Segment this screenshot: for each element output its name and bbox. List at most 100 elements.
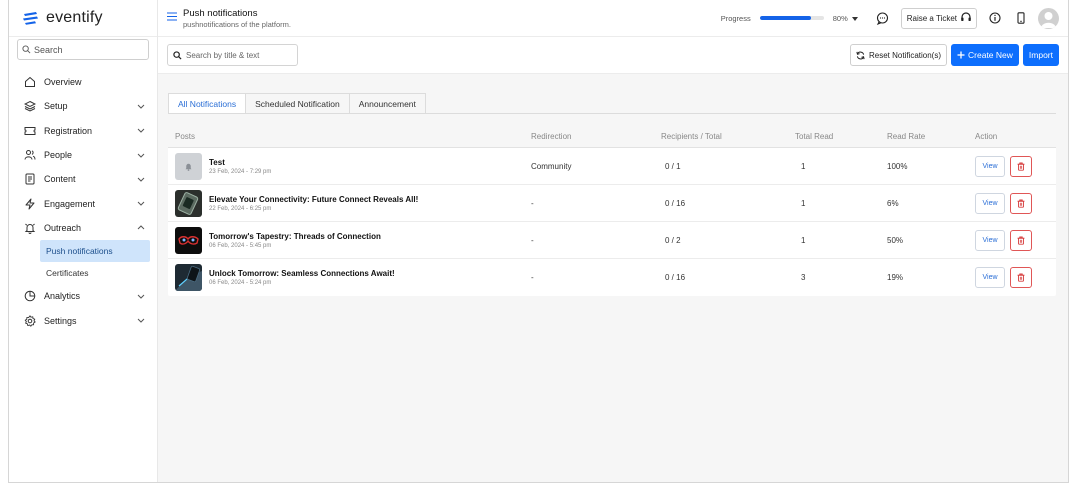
- lightning-icon: [23, 197, 37, 211]
- column-header-posts: Posts: [175, 131, 196, 141]
- post-cell: Elevate Your Connectivity: Future Connec…: [168, 189, 528, 217]
- trash-icon: [1017, 162, 1025, 171]
- read-rate-cell: 19%: [887, 273, 904, 282]
- sidebar-item-label: Settings: [44, 315, 77, 326]
- redirection-cell: -: [531, 235, 534, 245]
- raise-ticket-label: Raise a Ticket: [906, 13, 957, 23]
- headset-icon: [960, 11, 972, 25]
- app-frame: eventify Search Overview Setup Registrat…: [8, 0, 1069, 483]
- sidebar-item-analytics[interactable]: Analytics: [9, 284, 157, 308]
- table-row[interactable]: Test 23 Feb, 2024 - 7:29 pm Community 0 …: [168, 148, 1056, 185]
- post-title: Test: [209, 157, 225, 167]
- main-area: Push notifications pushnotifications of …: [158, 0, 1068, 482]
- bell-icon: [185, 163, 192, 171]
- sidebar-item-label: Content: [44, 174, 76, 185]
- menu-icon[interactable]: [167, 12, 177, 24]
- recipients-cell: 0 / 2: [665, 235, 681, 245]
- ticket-icon: [23, 124, 37, 138]
- action-cell: View: [975, 229, 1032, 251]
- progress-indicator[interactable]: Progress 80%: [721, 14, 858, 23]
- sidebar-item-label: Analytics: [44, 291, 81, 302]
- trash-icon: [1017, 199, 1025, 208]
- delete-button[interactable]: [1010, 267, 1032, 288]
- progress-label: Progress: [720, 13, 751, 23]
- sidebar-item-engagement[interactable]: Engagement: [9, 191, 157, 215]
- delete-button[interactable]: [1010, 192, 1032, 214]
- chat-icon[interactable]: [875, 10, 891, 26]
- post-thumbnail: [175, 226, 202, 254]
- chevron-down-icon: [137, 317, 145, 325]
- reset-notifications-button[interactable]: Reset Notification(s): [849, 44, 948, 66]
- redirection-cell: Community: [531, 161, 572, 171]
- sidebar-item-label: People: [44, 150, 73, 161]
- recipients-cell: 0 / 16: [665, 273, 686, 282]
- mobile-icon[interactable]: [1013, 10, 1029, 26]
- sidebar-item-overview[interactable]: Overview: [9, 70, 157, 94]
- create-new-button[interactable]: Create New: [951, 44, 1019, 66]
- import-button[interactable]: Import: [1022, 44, 1059, 66]
- tab-all-notifications[interactable]: All Notifications: [168, 93, 247, 113]
- sidebar-item-settings[interactable]: Settings: [9, 308, 157, 332]
- action-cell: View: [975, 267, 1032, 288]
- glasses-image-icon: [175, 226, 202, 254]
- search-icon: [22, 45, 31, 54]
- sidebar-item-label: Engagement: [44, 198, 96, 209]
- chevron-down-icon: [137, 102, 145, 110]
- action-cell: View: [975, 155, 1032, 177]
- sidebar-search-placeholder: Search: [34, 44, 63, 55]
- column-header-action: Action: [975, 131, 998, 141]
- page-title: Push notifications: [183, 7, 258, 19]
- read-rate-cell: 50%: [887, 235, 904, 245]
- column-header-total-read: Total Read: [795, 131, 834, 141]
- post-cell: Tomorrow's Tapestry: Threads of Connecti…: [168, 226, 528, 254]
- tab-scheduled-notification[interactable]: Scheduled Notification: [245, 93, 350, 113]
- bell-icon: [23, 221, 37, 235]
- post-title: Tomorrow's Tapestry: Threads of Connecti…: [209, 231, 381, 241]
- sidebar-item-people[interactable]: People: [9, 143, 157, 167]
- delete-button[interactable]: [1010, 155, 1032, 177]
- view-button[interactable]: View: [975, 229, 1005, 251]
- progress-value: 80%: [832, 13, 848, 23]
- search-input[interactable]: Search by title & text: [167, 44, 298, 66]
- search-placeholder: Search by title & text: [186, 50, 260, 60]
- import-label: Import: [1028, 50, 1053, 60]
- view-button[interactable]: View: [975, 155, 1005, 177]
- sidebar-search-input[interactable]: Search: [17, 39, 149, 60]
- sidebar-item-content[interactable]: Content: [9, 167, 157, 191]
- total-read-cell: 1: [801, 161, 806, 171]
- table-row[interactable]: Tomorrow's Tapestry: Threads of Connecti…: [168, 222, 1056, 259]
- delete-button[interactable]: [1010, 229, 1032, 251]
- recipients-cell: 0 / 1: [665, 161, 681, 171]
- view-button[interactable]: View: [975, 267, 1005, 288]
- total-read-cell: 1: [801, 198, 806, 208]
- redirection-cell: -: [531, 273, 534, 282]
- table-header: Posts Redirection Recipients / Total Tot…: [168, 125, 1056, 148]
- trash-icon: [1017, 273, 1025, 282]
- chevron-down-icon: [137, 200, 145, 208]
- column-header-recipients: Recipients / Total: [661, 131, 722, 141]
- logo[interactable]: eventify: [9, 0, 157, 37]
- sidebar-item-label: Setup: [44, 101, 68, 112]
- user-icon: [1041, 11, 1056, 28]
- reset-notifications-label: Reset Notification(s): [868, 50, 942, 60]
- table-row[interactable]: Unlock Tomorrow: Seamless Connections Aw…: [168, 259, 1056, 296]
- tab-bar: All Notifications Scheduled Notification…: [168, 93, 1056, 114]
- sidebar-subitem-push-notifications[interactable]: Push notifications: [40, 240, 150, 263]
- chevron-down-icon: [137, 151, 145, 159]
- create-new-label: Create New: [968, 50, 1013, 60]
- notifications-table: Posts Redirection Recipients / Total Tot…: [168, 125, 1056, 296]
- post-date: 23 Feb, 2024 - 7:29 pm: [209, 168, 272, 175]
- avatar[interactable]: [1038, 7, 1059, 29]
- sidebar-item-outreach[interactable]: Outreach: [9, 216, 157, 240]
- tab-announcement[interactable]: Announcement: [348, 93, 426, 113]
- raise-ticket-button[interactable]: Raise a Ticket: [900, 7, 977, 29]
- sidebar-subitem-certificates[interactable]: Certificates: [40, 262, 150, 284]
- sidebar-item-setup[interactable]: Setup: [9, 94, 157, 118]
- view-button[interactable]: View: [975, 192, 1005, 214]
- post-title: Unlock Tomorrow: Seamless Connections Aw…: [209, 269, 395, 278]
- table-row[interactable]: Elevate Your Connectivity: Future Connec…: [168, 185, 1056, 222]
- sidebar-item-registration[interactable]: Registration: [9, 119, 157, 143]
- toolbar: Search by title & text Reset Notificatio…: [158, 37, 1068, 74]
- sidebar: eventify Search Overview Setup Registrat…: [9, 0, 158, 482]
- info-icon[interactable]: [987, 10, 1003, 26]
